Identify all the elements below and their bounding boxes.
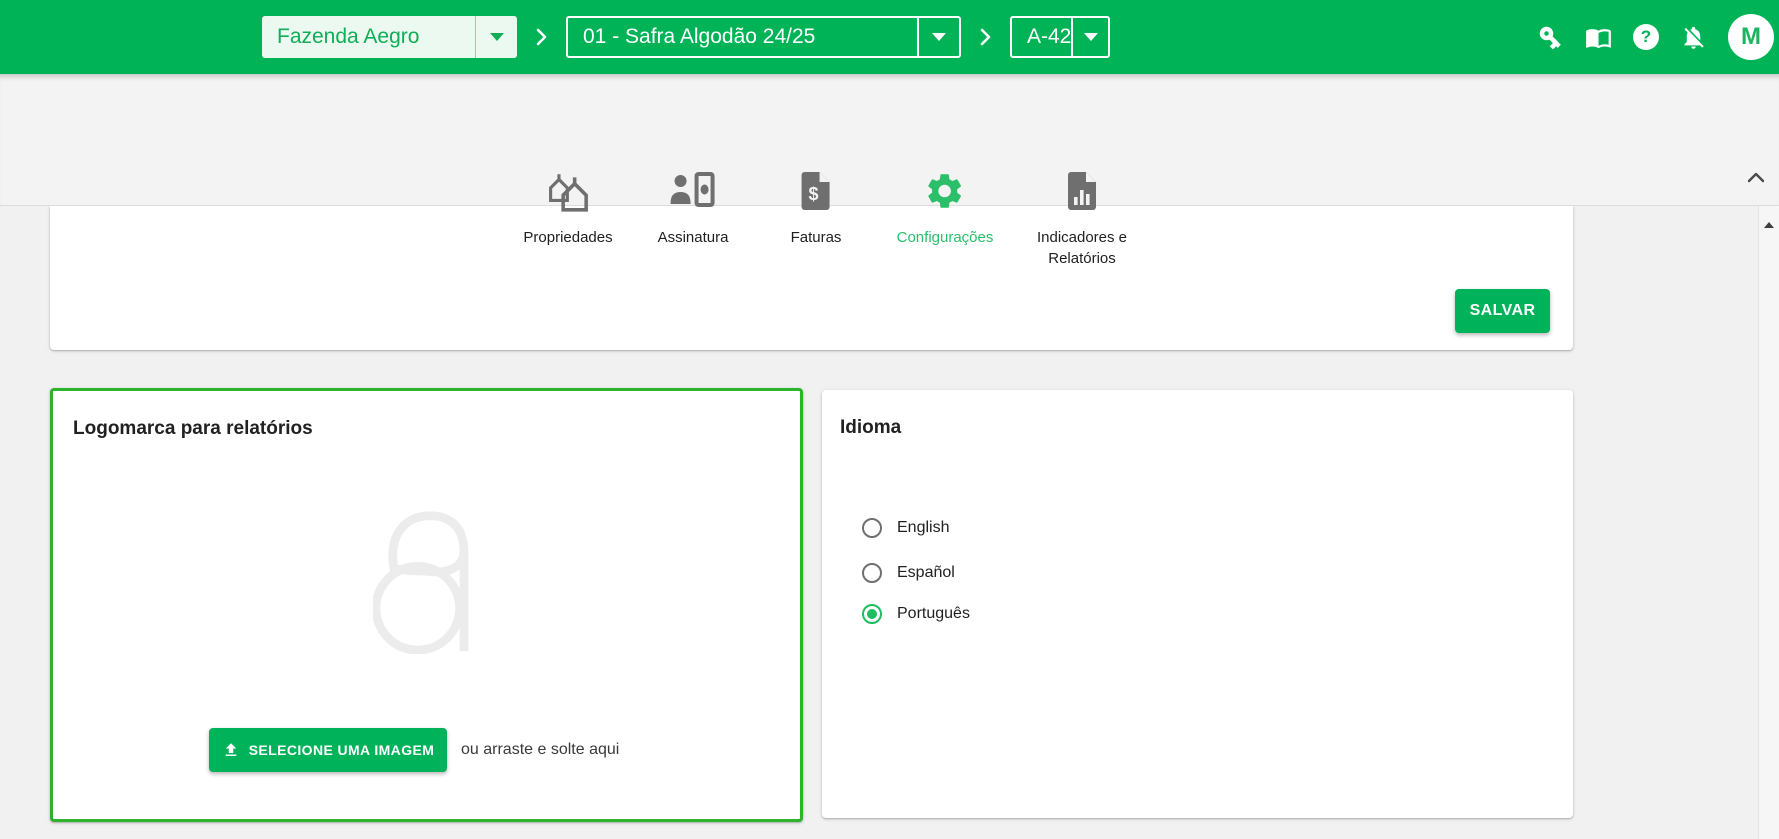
radio-unselected-icon[interactable]: [862, 518, 882, 538]
language-option-english[interactable]: English: [862, 518, 949, 538]
key-icon[interactable]: [1537, 24, 1564, 51]
scroll-up-arrow-icon[interactable]: [1759, 216, 1779, 234]
top-header-bar: Fazenda Aegro 01 - Safra Algodão 24/25 A…: [0, 0, 1779, 74]
nav-label: Faturas: [791, 227, 842, 248]
aegro-logo-placeholder-icon: [373, 508, 481, 659]
select-image-button-label: SELECIONE UMA IMAGEM: [249, 742, 435, 758]
report-logo-card[interactable]: Logomarca para relatórios SELECIONE UMA …: [50, 388, 803, 822]
logo-upload-row: SELECIONE UMA IMAGEM ou arraste e solte …: [209, 728, 619, 772]
chevron-down-icon: [932, 33, 946, 41]
radio-label: English: [897, 519, 949, 537]
breadcrumb-separator-icon: [536, 28, 547, 46]
notifications-off-icon[interactable]: [1680, 24, 1707, 51]
nav-item-indicadores-relatorios[interactable]: Indicadores e Relatórios: [1030, 169, 1134, 269]
field-selector-caret[interactable]: [1071, 18, 1108, 56]
season-selector-value: 01 - Safra Algodão 24/25: [568, 18, 917, 56]
nav-item-faturas[interactable]: $ Faturas: [791, 169, 842, 248]
farm-selector[interactable]: Fazenda Aegro: [262, 16, 517, 58]
language-option-portugues[interactable]: Português: [862, 604, 970, 624]
invoice-icon: $: [799, 169, 833, 213]
upload-icon: [222, 741, 240, 759]
chevron-down-icon: [490, 33, 504, 41]
chevron-up-icon: [1747, 172, 1765, 183]
houses-icon: [545, 169, 591, 213]
drag-drop-hint: ou arraste e solte aqui: [461, 741, 619, 759]
knowledge-book-icon[interactable]: [1585, 24, 1612, 51]
field-selector[interactable]: A-42: [1010, 16, 1110, 58]
farm-selector-caret[interactable]: [475, 16, 517, 58]
gear-icon: [924, 169, 966, 213]
person-card-icon: [670, 169, 716, 213]
svg-text:$: $: [809, 184, 819, 204]
radio-selected-icon[interactable]: [862, 604, 882, 624]
help-icon[interactable]: ?: [1633, 24, 1659, 50]
app-screen: Fazenda Aegro 01 - Safra Algodão 24/25 A…: [0, 0, 1779, 839]
report-file-icon: [1065, 169, 1099, 213]
season-selector-caret[interactable]: [917, 18, 959, 56]
select-image-button[interactable]: SELECIONE UMA IMAGEM: [209, 728, 447, 772]
farm-selector-value: Fazenda Aegro: [262, 16, 475, 58]
nav-item-configuracoes[interactable]: Configurações: [897, 169, 994, 248]
header-actions: ? M: [1537, 0, 1774, 74]
logo-card-title: Logomarca para relatórios: [73, 418, 313, 440]
chevron-down-icon: [1084, 33, 1098, 41]
nav-label: Indicadores e Relatórios: [1030, 227, 1134, 269]
scroll-content: SALVAR Logomarca para relatórios SELECIO…: [0, 206, 1779, 839]
nav-item-propriedades[interactable]: Propriedades: [523, 169, 612, 248]
collapse-nav-button[interactable]: [1746, 170, 1766, 184]
language-option-espanol[interactable]: Español: [862, 563, 955, 583]
radio-unselected-icon[interactable]: [862, 563, 882, 583]
breadcrumb-separator-icon: [980, 28, 991, 46]
nav-item-assinatura[interactable]: Assinatura: [658, 169, 729, 248]
radio-label: Português: [897, 605, 970, 623]
nav-label: Assinatura: [658, 227, 729, 248]
save-button[interactable]: SALVAR: [1455, 289, 1550, 333]
vertical-scrollbar[interactable]: [1758, 206, 1779, 839]
field-selector-value: A-42: [1012, 18, 1071, 56]
user-avatar[interactable]: M: [1728, 14, 1774, 60]
radio-label: Español: [897, 564, 955, 582]
nav-label: Configurações: [897, 227, 994, 248]
language-card: Idioma English Español Português: [822, 390, 1573, 818]
breadcrumb: Fazenda Aegro 01 - Safra Algodão 24/25 A…: [262, 16, 1110, 58]
settings-nav-bar: Propriedades Assinatura $: [0, 74, 1779, 206]
nav-label: Propriedades: [523, 227, 612, 248]
language-card-title: Idioma: [840, 417, 901, 439]
season-selector[interactable]: 01 - Safra Algodão 24/25: [566, 16, 961, 58]
